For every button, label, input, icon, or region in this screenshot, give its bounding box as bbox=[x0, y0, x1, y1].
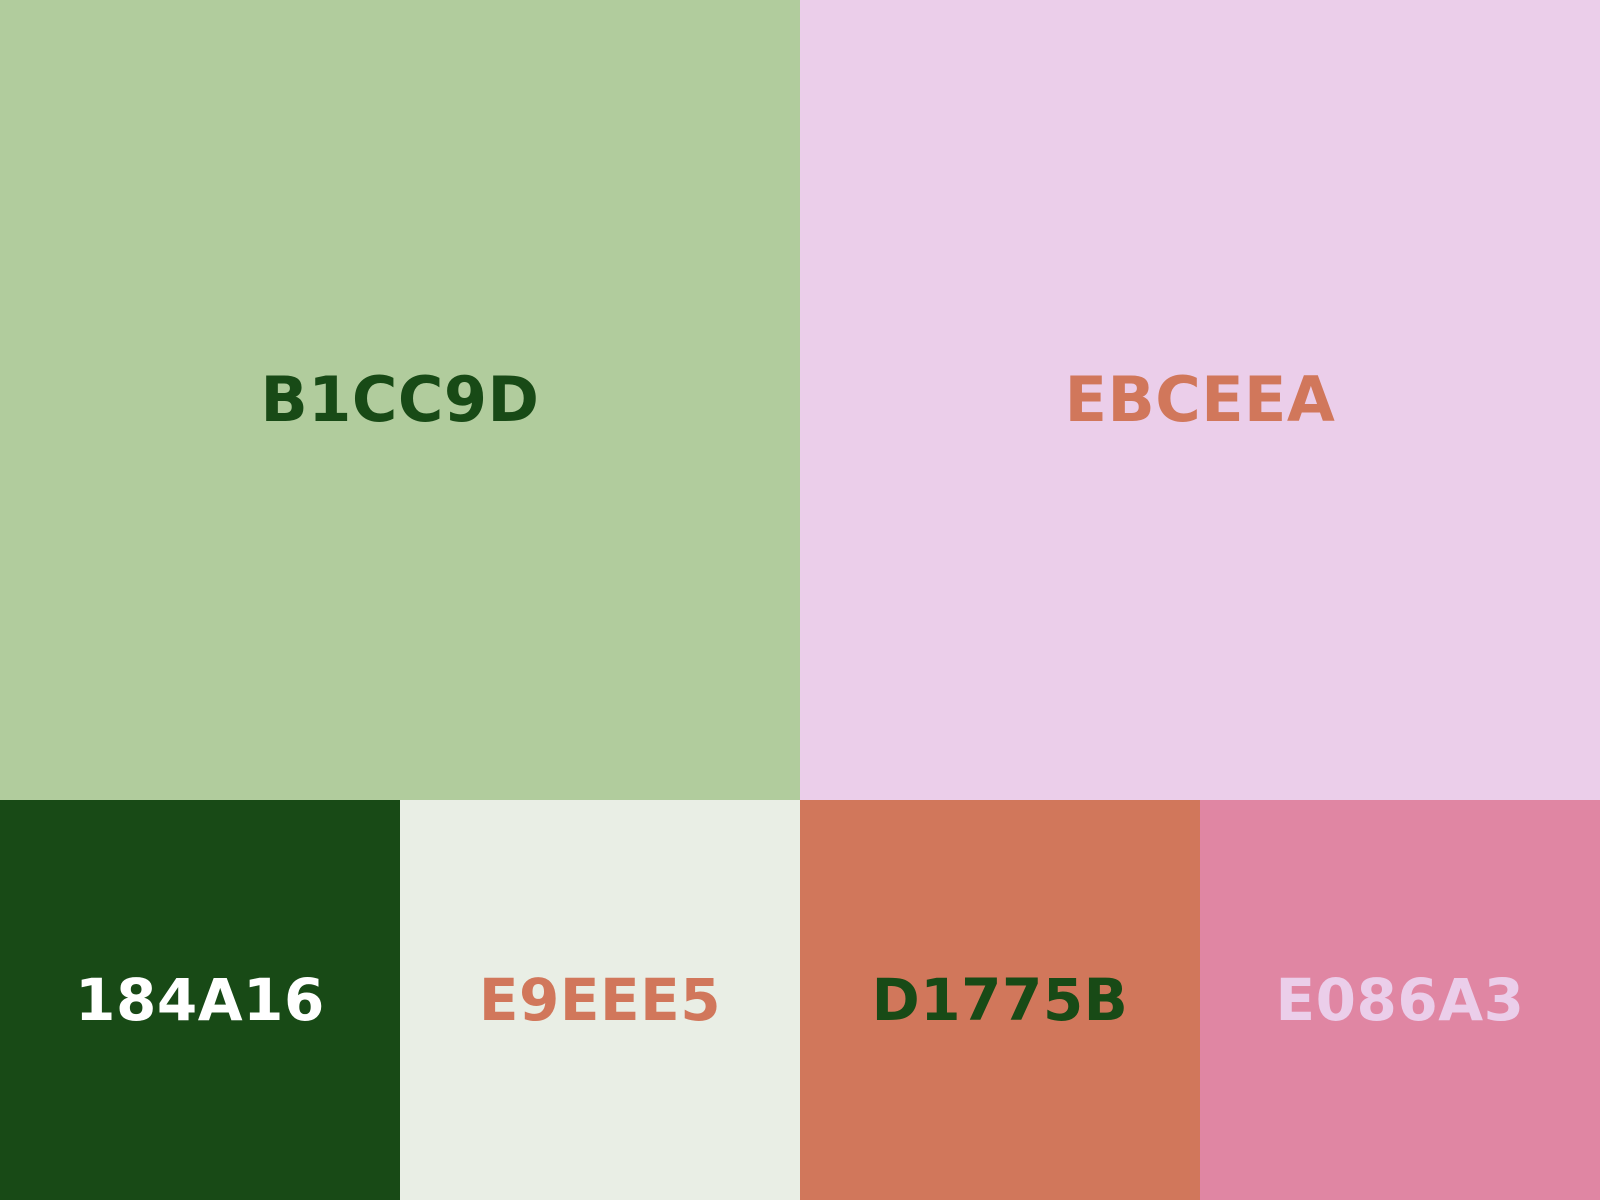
color-swatch-1: B1CC9D bbox=[0, 0, 800, 800]
swatch-hex-label-3: 184A16 bbox=[75, 966, 325, 1034]
swatch-hex-label-5: D1775B bbox=[871, 966, 1129, 1034]
swatch-hex-label-4: E9EEE5 bbox=[478, 966, 722, 1034]
color-swatch-4: E9EEE5 bbox=[400, 800, 800, 1200]
color-swatch-2: EBCEEA bbox=[800, 0, 1600, 800]
swatch-hex-label-1: B1CC9D bbox=[260, 363, 540, 436]
swatch-hex-label-2: EBCEEA bbox=[1064, 363, 1336, 436]
color-swatch-5: D1775B bbox=[800, 800, 1200, 1200]
color-swatch-3: 184A16 bbox=[0, 800, 400, 1200]
color-swatch-6: E086A3 bbox=[1200, 800, 1600, 1200]
swatch-hex-label-6: E086A3 bbox=[1275, 966, 1525, 1034]
color-palette: B1CC9D EBCEEA 184A16 E9EEE5 D1775B E086A… bbox=[0, 0, 1600, 1200]
